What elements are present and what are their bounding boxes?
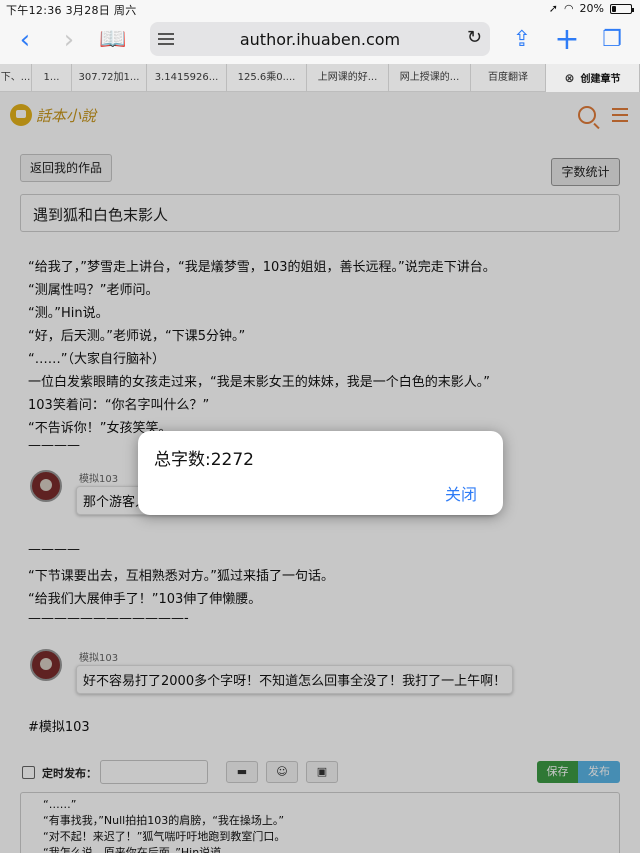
browser-tab[interactable]: 百度翻译: [471, 64, 546, 92]
battery-level-fill: [612, 5, 616, 12]
browser-tab[interactable]: 3.1415926...: [147, 64, 227, 92]
battery-icon: [610, 3, 634, 14]
dialog-message: 总字数:2272: [154, 450, 254, 470]
forward-arrow-icon[interactable]: ›: [52, 24, 86, 58]
browser-tab[interactable]: 下、...: [0, 64, 32, 92]
bookmarks-icon[interactable]: 📖: [96, 24, 130, 58]
wifi-icon: ◠: [563, 2, 574, 15]
address-bar[interactable]: author.ihuaben.com ↻: [150, 22, 490, 56]
reload-icon[interactable]: ↻: [467, 27, 482, 48]
tab-strip: 下、... 1... 307.72加1... 3.1415926... 125.…: [0, 64, 640, 92]
status-right: ➚ ◠ 20%: [548, 2, 634, 15]
browser-tab[interactable]: 上网课的好...: [307, 64, 389, 92]
close-tab-icon[interactable]: ⊗: [564, 71, 574, 85]
browser-tab[interactable]: 网上授课的...: [389, 64, 471, 92]
url-text: author.ihuaben.com: [239, 30, 401, 49]
share-icon[interactable]: ⇪: [505, 24, 539, 58]
back-arrow-icon[interactable]: ‹: [8, 24, 42, 58]
dialog-close-button[interactable]: 关闭: [445, 481, 477, 505]
tabs-overview-icon[interactable]: ❐: [595, 24, 629, 58]
battery-percent: 20%: [579, 2, 604, 15]
word-count-dialog: 总字数:2272 关闭: [138, 431, 503, 515]
location-icon: ➚: [548, 2, 558, 15]
browser-tab[interactable]: 1...: [32, 64, 72, 92]
active-tab-label: 创建章节: [580, 74, 621, 85]
status-bar: 下午12:36 3月28日 周六 ➚ ◠ 20%: [0, 0, 640, 18]
status-time-date: 下午12:36 3月28日 周六: [6, 4, 137, 17]
browser-tab[interactable]: 125.6乘0....: [227, 64, 307, 92]
browser-tab[interactable]: 307.72加1...: [72, 64, 147, 92]
browser-toolbar: ‹ › 📖 author.ihuaben.com ↻ ⇪ + ❐: [0, 18, 640, 64]
browser-tab-active[interactable]: ⊗ 创建章节: [546, 64, 640, 92]
new-tab-icon[interactable]: +: [550, 24, 584, 58]
